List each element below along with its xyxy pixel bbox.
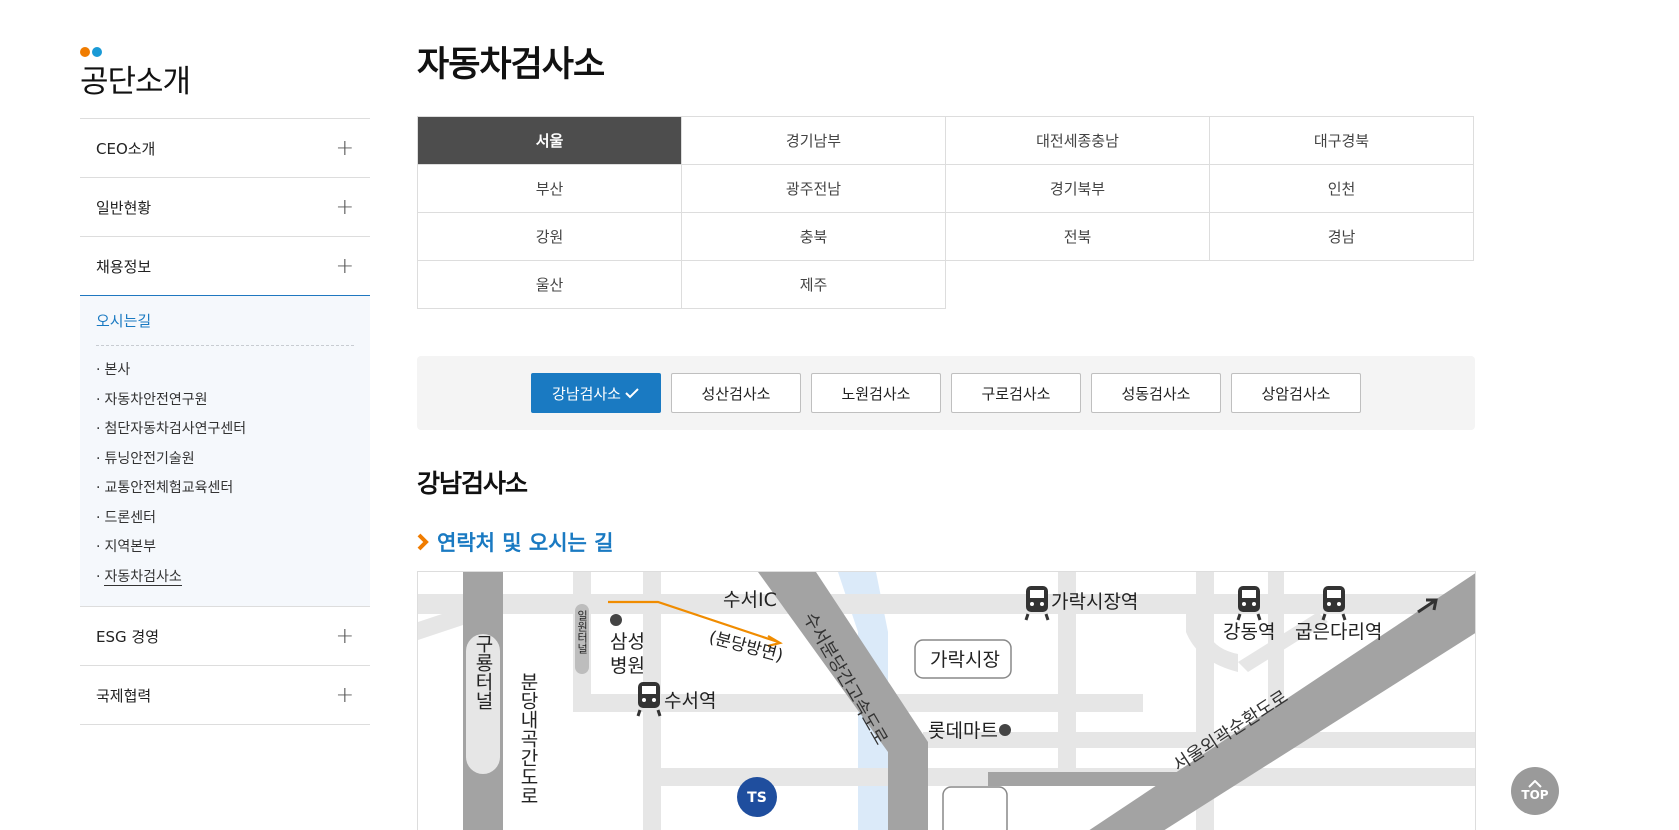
region-tab[interactable]: 울산 <box>417 260 682 309</box>
plus-icon: + <box>335 135 354 161</box>
center-tab-sangam[interactable]: 상암검사소 <box>1231 373 1361 413</box>
location-map[interactable]: TS 수서IC (분당방면) 삼성 병원 수서역 가락시장역 가락시장 강동역 … <box>417 571 1476 830</box>
region-tab[interactable]: 광주전남 <box>681 164 946 213</box>
sidebar-item-esg[interactable]: ESG 경영 + <box>80 607 370 666</box>
center-tab-gangnam[interactable]: 강남검사소 <box>531 373 661 413</box>
map-label-ilwon-tunnel: 일원터널 <box>576 609 589 654</box>
sidebar-item-label: 채용정보 <box>96 257 152 276</box>
region-tab[interactable]: 강원 <box>417 212 682 261</box>
plus-icon: + <box>335 253 354 279</box>
region-tab[interactable]: 충북 <box>681 212 946 261</box>
map-label-bundang-dir: (분당방면) <box>707 628 785 667</box>
region-tab[interactable]: 대전세종충남 <box>945 116 1210 165</box>
map-label-suseo-ic: 수서IC <box>723 589 777 611</box>
sidebar-sub-title[interactable]: 오시는길 <box>96 310 354 346</box>
sub-item-tuning-institute[interactable]: · 튜닝안전기술원 <box>96 445 354 475</box>
sidebar-item-international[interactable]: 국제협력 + <box>80 666 370 725</box>
sidebar-item-label: CEO소개 <box>96 139 156 158</box>
plus-icon: + <box>335 623 354 649</box>
sub-item-safety-education-center[interactable]: · 교통안전체험교육센터 <box>96 474 354 504</box>
region-empty <box>1210 261 1474 309</box>
region-tab[interactable]: 경남 <box>1209 212 1474 261</box>
map-label-gubeundari-station: 굽은다리역 <box>1295 621 1382 643</box>
page-title: 자동차검사소 <box>417 45 605 85</box>
center-tab-seongdong[interactable]: 성동검사소 <box>1091 373 1221 413</box>
sidebar-menu: CEO소개 + 일반현황 + 채용정보 + 오시는길 · 본사 · 자동차안전연구원… <box>80 118 370 725</box>
region-tab[interactable]: 서울 <box>417 116 682 165</box>
sidebar-title: 공단소개 <box>80 64 191 100</box>
center-tab-bar: 강남검사소 성산검사소 노원검사소 구로검사소 성동검사소 상암검사소 <box>417 356 1475 430</box>
sidebar-item-ceo[interactable]: CEO소개 + <box>80 119 370 178</box>
region-tab[interactable]: 전북 <box>945 212 1210 261</box>
map-label-suseo-station: 수서역 <box>664 690 716 712</box>
sub-item-research-institute[interactable]: · 자동차안전연구원 <box>96 386 354 416</box>
sub-item-drone-center[interactable]: · 드론센터 <box>96 504 354 534</box>
map-label-bundang-road: 분당내곡간도로 <box>517 672 539 805</box>
sub-item-regional-hq[interactable]: · 지역본부 <box>96 533 354 563</box>
sidebar-subpanel: 오시는길 · 본사 · 자동차안전연구원 · 첨단자동차검사연구센터 · 튜닝안전기술원… <box>80 296 370 607</box>
center-tab-guro[interactable]: 구로검사소 <box>951 373 1081 413</box>
map-label-lotte-mart: 롯데마트 <box>928 720 998 742</box>
center-tab-seongsan[interactable]: 성산검사소 <box>671 373 801 413</box>
region-table: 서울 경기남부 대전세종충남 대구경북 부산 광주전남 경기북부 인천 강원 충… <box>417 116 1474 309</box>
sidebar-item-label: ESG 경영 <box>96 627 159 646</box>
section-heading: 연락처 및 오시는 길 <box>417 527 614 557</box>
region-tab[interactable]: 부산 <box>417 164 682 213</box>
center-tab-nowon[interactable]: 노원검사소 <box>811 373 941 413</box>
sidebar-item-label: 국제협력 <box>96 686 152 705</box>
region-tab[interactable]: 인천 <box>1209 164 1474 213</box>
center-name: 강남검사소 <box>417 469 528 498</box>
sub-item-inspection-center[interactable]: · 자동차검사소 <box>96 563 354 593</box>
sub-item-headquarters[interactable]: · 본사 <box>96 356 354 386</box>
scroll-top-button[interactable]: TOP <box>1511 767 1559 815</box>
plus-icon: + <box>335 682 354 708</box>
map-label-garak-station: 가락시장역 <box>1051 591 1138 613</box>
sub-item-advanced-inspection-center[interactable]: · 첨단자동차검사연구센터 <box>96 415 354 445</box>
check-icon <box>625 388 639 399</box>
region-empty <box>946 261 1210 309</box>
region-tab[interactable]: 경기북부 <box>945 164 1210 213</box>
map-label-guryong-tunnel: 구룡터널 <box>472 634 494 710</box>
sidebar-item-label: 일반현황 <box>96 198 152 217</box>
map-label-gangdong-station: 강동역 <box>1223 621 1275 643</box>
map-label-hospital-2: 병원 <box>610 655 645 677</box>
region-tab[interactable]: 대구경북 <box>1209 116 1474 165</box>
sidebar-sub-list: · 본사 · 자동차안전연구원 · 첨단자동차검사연구센터 · 튜닝안전기술원 · 교통안… <box>96 356 354 592</box>
ts-logo: TS <box>747 790 767 806</box>
plus-icon: + <box>335 194 354 220</box>
region-tab[interactable]: 제주 <box>681 260 946 309</box>
chevron-right-icon <box>417 533 429 551</box>
sidebar-item-overview[interactable]: 일반현황 + <box>80 178 370 237</box>
chevron-up-icon <box>1528 780 1542 788</box>
region-tab[interactable]: 경기남부 <box>681 116 946 165</box>
map-label-hospital-1: 삼성 <box>610 631 645 653</box>
sidebar-item-recruit[interactable]: 채용정보 + <box>80 237 370 296</box>
map-label-garak-market: 가락시장 <box>930 649 1000 671</box>
